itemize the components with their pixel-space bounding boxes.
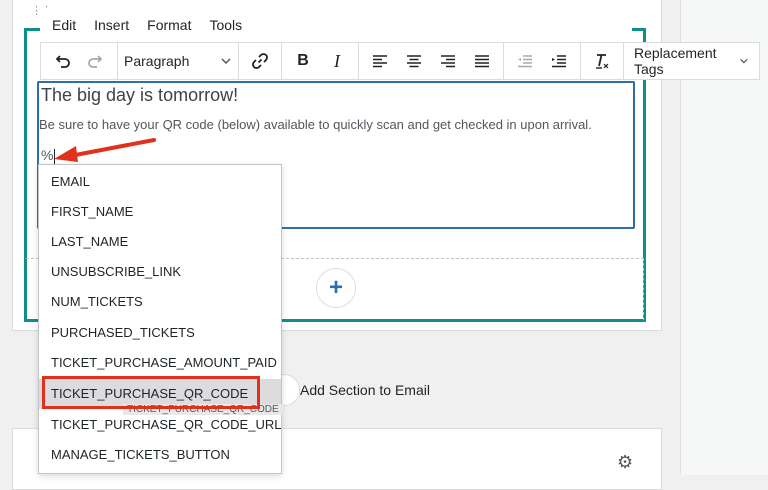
editor-toolbar: Paragraph B I Replacement Tags bbox=[40, 42, 760, 80]
replacement-tag-dropdown: EMAIL FIRST_NAME LAST_NAME UNSUBSCRIBE_L… bbox=[38, 164, 282, 474]
align-right-icon bbox=[441, 55, 455, 68]
redo-button[interactable] bbox=[81, 46, 111, 76]
outdent-icon bbox=[518, 55, 532, 68]
plus-icon: + bbox=[328, 274, 343, 301]
dropdown-item[interactable]: FIRST_NAME bbox=[39, 197, 281, 227]
align-justify-icon bbox=[475, 55, 489, 68]
block-format-value: Paragraph bbox=[124, 53, 190, 69]
replacement-tags-label: Replacement Tags bbox=[634, 45, 717, 77]
format-group: Paragraph bbox=[118, 43, 239, 79]
dropdown-item[interactable]: LAST_NAME bbox=[39, 227, 281, 257]
menu-tools[interactable]: Tools bbox=[209, 17, 242, 33]
menu-edit[interactable]: Edit bbox=[52, 17, 76, 33]
indent-button[interactable] bbox=[544, 46, 574, 76]
dropdown-item[interactable]: EMAIL bbox=[39, 167, 281, 197]
link-button[interactable] bbox=[245, 46, 275, 76]
undo-button[interactable] bbox=[47, 46, 77, 76]
clear-formatting-button[interactable] bbox=[587, 46, 617, 76]
outdent-button[interactable] bbox=[510, 46, 540, 76]
dropdown-item[interactable]: TICKET_PURCHASE_AMOUNT_PAID bbox=[39, 348, 281, 378]
editor-menubar: Edit Insert Format Tools bbox=[40, 8, 632, 42]
align-justify-button[interactable] bbox=[467, 46, 497, 76]
align-right-button[interactable] bbox=[433, 46, 463, 76]
align-left-button[interactable] bbox=[365, 46, 395, 76]
dropdown-item[interactable]: PURCHASED_TICKETS bbox=[39, 318, 281, 348]
editor-paragraph: Be sure to have your QR code (below) ava… bbox=[39, 117, 592, 132]
annotation-highlight-box bbox=[42, 376, 260, 409]
align-left-icon bbox=[373, 55, 387, 68]
block-format-select[interactable]: Paragraph bbox=[118, 53, 238, 69]
clear-format-group bbox=[581, 43, 624, 79]
italic-button[interactable]: I bbox=[322, 46, 352, 76]
chevron-down-icon bbox=[221, 58, 231, 65]
bold-button[interactable]: B bbox=[288, 46, 318, 76]
align-center-icon bbox=[407, 55, 421, 68]
dropdown-item[interactable]: UNSUBSCRIBE_LINK bbox=[39, 257, 281, 287]
italic-icon: I bbox=[334, 50, 340, 71]
align-group bbox=[359, 43, 504, 79]
link-icon bbox=[252, 53, 268, 69]
gear-icon[interactable]: ⚙ bbox=[617, 452, 633, 473]
replacement-tags-select[interactable]: Replacement Tags bbox=[624, 43, 759, 79]
clear-formatting-icon bbox=[596, 54, 609, 69]
indent-icon bbox=[552, 55, 566, 68]
indent-group bbox=[504, 43, 581, 79]
menu-insert[interactable]: Insert bbox=[94, 17, 129, 33]
bold-icon: B bbox=[297, 52, 309, 69]
editor-heading: The big day is tomorrow! bbox=[41, 85, 239, 105]
chevron-down-icon bbox=[740, 58, 748, 64]
dropdown-item[interactable]: MANAGE_TICKETS_BUTTON bbox=[39, 440, 281, 470]
dropdown-item[interactable]: NUM_TICKETS bbox=[39, 287, 281, 317]
annotation-arrow-icon bbox=[54, 138, 156, 162]
undo-icon bbox=[55, 55, 70, 68]
add-section-label[interactable]: Add Section to Email bbox=[300, 382, 430, 398]
align-center-button[interactable] bbox=[399, 46, 429, 76]
text-style-group: B I bbox=[282, 43, 359, 79]
history-group bbox=[41, 43, 118, 79]
link-group bbox=[239, 43, 282, 79]
add-block-button[interactable]: + bbox=[316, 268, 356, 308]
redo-icon bbox=[88, 55, 103, 68]
menu-format[interactable]: Format bbox=[147, 17, 191, 33]
